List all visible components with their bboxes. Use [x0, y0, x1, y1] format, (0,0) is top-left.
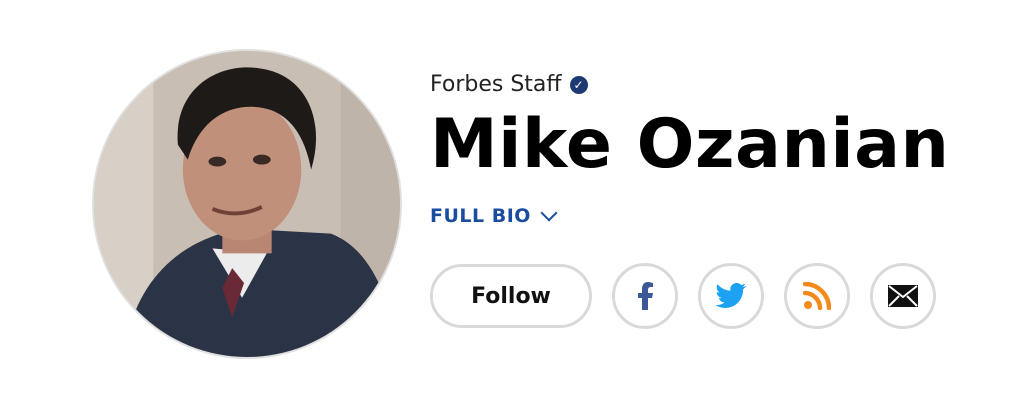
author-photo [94, 51, 400, 357]
chevron-down-icon [540, 204, 558, 222]
full-bio-link[interactable]: FULL BIO [430, 204, 949, 227]
email-icon [888, 285, 918, 307]
email-button[interactable] [870, 263, 936, 329]
facebook-button[interactable] [612, 263, 678, 329]
facebook-icon [634, 282, 656, 310]
rss-icon [803, 282, 831, 310]
verified-check-icon: ✓ [569, 75, 588, 94]
staff-label: Forbes Staff [430, 72, 562, 97]
author-actions: Follow [430, 263, 949, 329]
author-name: Mike Ozanian [430, 105, 950, 184]
full-bio-label: FULL BIO [430, 205, 531, 227]
author-info: Forbes Staff ✓ Mike Ozanian FULL BIO Fol… [430, 72, 949, 329]
twitter-button[interactable] [698, 263, 764, 329]
follow-button[interactable]: Follow [430, 264, 592, 328]
author-avatar [92, 49, 402, 359]
rss-button[interactable] [784, 263, 850, 329]
twitter-icon [715, 283, 747, 309]
follow-label: Follow [471, 283, 551, 309]
staff-line: Forbes Staff ✓ [430, 72, 949, 97]
